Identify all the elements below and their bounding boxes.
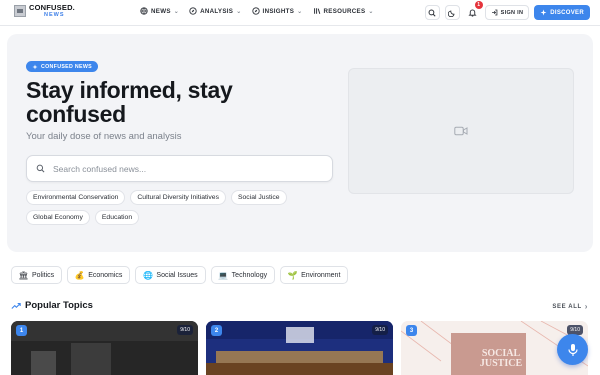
search-icon [36, 164, 45, 173]
card-image [11, 321, 198, 375]
video-placeholder[interactable] [348, 68, 574, 194]
nav-resources[interactable]: RESOURCES ⌄ [313, 7, 374, 15]
category-technology[interactable]: 💻 Technology [210, 266, 276, 284]
hero-subtitle: Your daily dose of news and analysis [26, 131, 182, 142]
category-label: Social Issues [156, 271, 198, 279]
category-bar: 🏛 Politics 💰 Economics 🌐 Social Issues 💻… [11, 266, 349, 284]
topic-card[interactable]: 1 9/10 [11, 321, 198, 375]
see-all-link[interactable]: SEE ALL › [552, 302, 588, 311]
tag-chip[interactable]: Cultural Diversity Initiatives [130, 190, 226, 205]
card-image-text: SOCIAL JUSTICE [479, 348, 523, 369]
logo-icon [14, 5, 26, 17]
search-icon [428, 9, 436, 17]
chevron-down-icon: ⌄ [173, 8, 180, 15]
score-badge: 9/10 [372, 325, 388, 335]
chevron-down-icon: ⌄ [236, 8, 242, 15]
popular-topics-title: Popular Topics [25, 300, 93, 311]
trending-tags: Environmental Conservation Cultural Dive… [26, 190, 316, 225]
nav-insights-label: INSIGHTS [262, 7, 295, 15]
category-label: Economics [88, 271, 123, 279]
chevron-right-icon: › [584, 302, 588, 311]
category-economics[interactable]: 💰 Economics [67, 266, 131, 284]
main-nav: NEWS ⌄ ANALYSIS ⌄ INSIGHTS ⌄ RESOURCES ⌄ [140, 7, 374, 15]
computer-icon: 💻 [218, 270, 229, 280]
chevron-down-icon: ⌄ [368, 8, 374, 15]
hero-title: Stay informed, stay confused [26, 77, 233, 127]
nav-news[interactable]: NEWS ⌄ [140, 7, 179, 15]
notification-count-badge: 1 [474, 1, 483, 9]
card-image [206, 321, 393, 375]
logo-text: CONFUSED. NEWS [29, 4, 75, 18]
search-input[interactable] [53, 163, 313, 174]
hero-badge: CONFUSED NEWS [26, 61, 98, 72]
bell-icon [468, 9, 477, 17]
library-icon [313, 7, 321, 15]
score-badge: 9/10 [177, 325, 193, 335]
login-icon [491, 9, 498, 16]
tag-chip[interactable]: Global Economy [26, 210, 90, 225]
video-camera-icon [454, 126, 468, 136]
chevron-down-icon: ⌄ [297, 8, 303, 15]
category-label: Technology [231, 271, 268, 279]
rank-badge: 1 [16, 325, 27, 336]
category-social-issues[interactable]: 🌐 Social Issues [135, 266, 206, 284]
category-environment[interactable]: 🌱 Environment [280, 266, 349, 284]
nav-analysis[interactable]: ANALYSIS ⌄ [189, 7, 241, 15]
category-label: Environment [301, 271, 341, 279]
brand-name: CONFUSED. [29, 3, 75, 12]
rank-badge: 2 [211, 325, 222, 336]
notifications-button[interactable]: 1 [464, 1, 483, 20]
sparkle-icon [32, 63, 38, 70]
topic-card[interactable]: 2 9/10 [206, 321, 393, 375]
politics-icon: 🏛 [18, 270, 29, 280]
nav-resources-label: RESOURCES [323, 7, 366, 15]
voice-search-button[interactable] [557, 334, 588, 365]
brand-sub: NEWS [44, 11, 65, 18]
search-box [26, 155, 333, 182]
brand-logo[interactable]: CONFUSED. NEWS [14, 4, 75, 18]
discover-label: DISCOVER [550, 9, 584, 16]
discover-button[interactable]: DISCOVER [534, 5, 590, 20]
rank-badge: 3 [406, 325, 417, 336]
theme-toggle-button[interactable] [444, 5, 460, 20]
compass-icon [189, 7, 197, 15]
search-button[interactable] [424, 5, 440, 20]
see-all-label: SEE ALL [552, 303, 582, 310]
header-actions: 1 SIGN IN DISCOVER [424, 1, 590, 20]
nav-insights[interactable]: INSIGHTS ⌄ [251, 7, 303, 15]
sparkle-icon [540, 9, 547, 16]
tag-chip[interactable]: Education [94, 210, 140, 225]
hero-badge-label: CONFUSED NEWS [41, 63, 92, 70]
seedling-icon: 🌱 [287, 270, 298, 280]
microphone-icon [567, 343, 578, 356]
money-bag-icon: 💰 [74, 270, 85, 280]
nav-news-label: NEWS [151, 7, 171, 15]
sign-in-button[interactable]: SIGN IN [484, 5, 530, 20]
category-label: Politics [32, 271, 55, 279]
top-header: CONFUSED. NEWS NEWS ⌄ ANALYSIS ⌄ INSIGHT… [0, 0, 600, 26]
sign-in-label: SIGN IN [500, 9, 524, 16]
trending-up-icon [11, 302, 21, 309]
compass-icon [251, 7, 260, 15]
nav-analysis-label: ANALYSIS [200, 7, 234, 15]
globe-icon [140, 7, 148, 15]
popular-topics-header: Popular Topics [11, 300, 93, 311]
tag-chip[interactable]: Environmental Conservation [26, 190, 126, 205]
category-politics[interactable]: 🏛 Politics [11, 266, 63, 284]
tag-chip[interactable]: Social Justice [230, 190, 287, 205]
globe-icon: 🌐 [142, 270, 153, 280]
moon-icon [448, 9, 455, 17]
